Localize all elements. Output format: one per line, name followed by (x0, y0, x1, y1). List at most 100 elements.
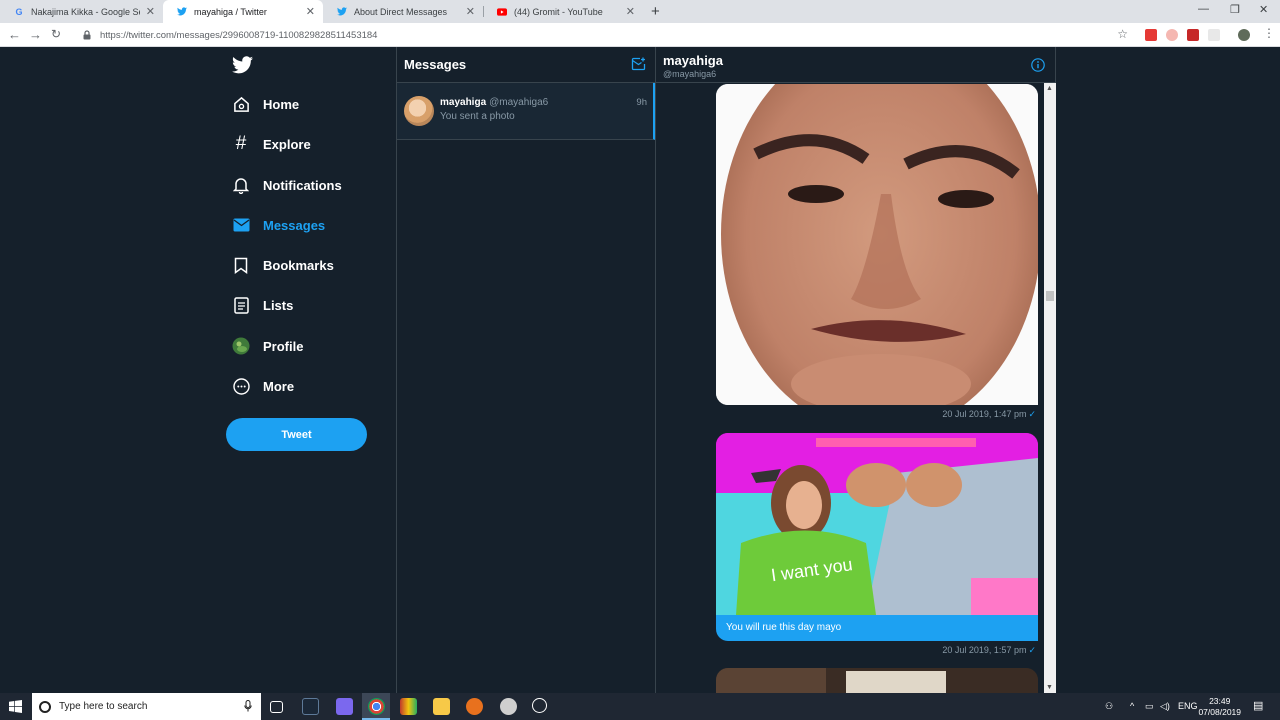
app-icon[interactable] (500, 698, 517, 715)
close-icon[interactable]: ✕ (306, 5, 315, 18)
network-icon[interactable]: ▭ (1145, 701, 1154, 712)
close-window-button[interactable]: ✕ (1259, 3, 1268, 16)
close-icon[interactable]: ✕ (626, 5, 635, 18)
scrollbar-thumb[interactable] (1046, 291, 1054, 301)
winrar-icon[interactable] (400, 698, 417, 715)
close-icon[interactable]: ✕ (146, 5, 155, 18)
sidebar-item-home[interactable]: Home (232, 92, 299, 116)
file-explorer-icon[interactable] (433, 698, 450, 715)
messages-title: Messages (404, 57, 467, 72)
reload-button[interactable]: ↻ (51, 27, 61, 41)
chrome-icon[interactable] (368, 698, 385, 715)
sidebar-item-profile[interactable]: Profile (232, 334, 303, 358)
conversation-handle: @mayahiga6 (489, 97, 549, 108)
message-bubble[interactable]: You will rue this day mayo (716, 615, 1038, 641)
people-icon[interactable]: ⚇ (1105, 701, 1113, 712)
url-bar[interactable]: https://twitter.com/messages/2996008719-… (74, 25, 1134, 45)
tab-twitter-messages[interactable]: mayahiga / Twitter ✕ (163, 0, 323, 23)
back-button[interactable]: ← (8, 27, 21, 42)
browser-menu-icon[interactable]: ⋮ (1263, 26, 1275, 40)
microphone-icon[interactable] (244, 700, 252, 715)
minimize-button[interactable]: — (1198, 3, 1209, 15)
tab-about-direct-messages[interactable]: About Direct Messages ✕ (323, 0, 483, 23)
tray-chevron-icon[interactable]: ^ (1130, 701, 1134, 711)
new-message-icon[interactable] (631, 57, 646, 76)
chat-scrollbar[interactable]: ▲ ▼ (1044, 83, 1056, 693)
shield-extension-icon[interactable] (1187, 29, 1199, 41)
info-icon[interactable] (1031, 58, 1045, 77)
browser-tab-bar: G Nakajima Kikka - Google Search ✕ mayah… (0, 0, 1280, 23)
chat-name: mayahiga (663, 53, 723, 68)
address-toolbar: ← → ↻ https://twitter.com/messages/29960… (0, 23, 1280, 47)
chat-handle: @mayahiga6 (663, 69, 717, 79)
extension-icon[interactable] (1145, 29, 1157, 41)
new-tab-button[interactable]: + (651, 3, 660, 20)
taskbar-search[interactable]: Type here to search (32, 693, 261, 720)
discord-icon[interactable] (336, 698, 353, 715)
volume-icon[interactable]: ◁) (1160, 701, 1170, 712)
avatar (404, 96, 434, 126)
sent-photo[interactable]: I want you (716, 433, 1038, 615)
hashtag-icon: # (235, 133, 247, 154)
scroll-down-arrow-icon[interactable]: ▼ (1046, 684, 1053, 691)
sidebar-item-notifications[interactable]: Notifications (232, 173, 342, 197)
bell-icon (232, 176, 250, 194)
chat-panel: mayahiga @mayahiga6 20 Jul 2019, 1:47 pm… (656, 47, 1056, 693)
task-view-icon[interactable] (270, 701, 283, 713)
obs-icon[interactable] (532, 698, 547, 713)
lock-icon (83, 30, 91, 40)
bookmark-star-icon[interactable]: ☆ (1117, 27, 1128, 41)
language-indicator[interactable]: ENG (1178, 701, 1198, 711)
message-timestamp: 20 Jul 2019, 1:47 pm (942, 409, 1027, 419)
messages-column: Messages mayahiga @mayahiga6 9h You sent … (396, 47, 656, 693)
app-icon[interactable] (466, 698, 483, 715)
browser-profile-avatar[interactable] (1238, 29, 1250, 41)
sidebar-item-bookmarks[interactable]: Bookmarks (232, 253, 334, 277)
profile-avatar (232, 337, 250, 355)
sent-photo[interactable] (716, 668, 1038, 693)
twitter-sidebar: Home # Explore Notifications Messages Bo… (0, 47, 397, 693)
youtube-icon (497, 7, 507, 17)
messages-header: Messages (397, 47, 655, 83)
action-center-icon[interactable]: ▤ (1253, 699, 1263, 712)
tweet-button[interactable]: Tweet (226, 418, 367, 451)
scroll-up-arrow-icon[interactable]: ▲ (1046, 85, 1053, 92)
more-icon (232, 377, 250, 395)
checkmark-icon: ✓ (1028, 409, 1036, 419)
message-timestamp: 20 Jul 2019, 1:57 pm (942, 645, 1027, 655)
tab-google-search[interactable]: G Nakajima Kikka - Google Search ✕ (0, 0, 163, 23)
conversation-name: mayahiga (440, 97, 487, 108)
forward-button[interactable]: → (29, 27, 42, 42)
conversation-item[interactable]: mayahiga @mayahiga6 9h You sent a photo (397, 83, 655, 140)
restaurant-photo (716, 668, 1038, 693)
twitter-icon (177, 7, 187, 17)
checkmark-icon: ✓ (1028, 645, 1036, 655)
extension-icon[interactable] (1208, 29, 1220, 41)
sidebar-item-explore[interactable]: # Explore (232, 132, 311, 156)
conversation-preview: You sent a photo (440, 111, 515, 122)
google-icon: G (15, 6, 23, 17)
cortana-icon (39, 700, 51, 713)
sidebar-item-more[interactable]: More (232, 374, 294, 398)
windows-start-icon[interactable] (9, 700, 22, 718)
conversation-time: 9h (636, 97, 647, 108)
restore-button[interactable]: ❐ (1230, 3, 1240, 16)
taskbar-search-placeholder: Type here to search (59, 701, 148, 712)
tab-youtube-gromit[interactable]: (44) Gromit - YouTube ✕ (483, 0, 643, 23)
extension-icon[interactable] (1166, 29, 1178, 41)
stream-photo: I want you (716, 433, 1038, 615)
chat-header: mayahiga @mayahiga6 (656, 47, 1055, 83)
list-icon (232, 296, 250, 314)
steam-icon[interactable] (302, 698, 319, 715)
sidebar-item-lists[interactable]: Lists (232, 293, 293, 317)
twitter-logo-icon[interactable] (232, 56, 253, 79)
twitter-icon (337, 7, 347, 17)
close-icon[interactable]: ✕ (466, 5, 475, 18)
taskbar-clock[interactable]: 23:49 07/08/2019 (1198, 696, 1241, 718)
windows-taskbar: Type here to search ⚇ ^ ▭ ◁) ENG 23:49 0… (0, 693, 1280, 720)
url-text: https://twitter.com/messages/2996008719-… (100, 29, 378, 41)
face-photo (716, 84, 1038, 405)
sent-photo[interactable] (716, 84, 1038, 405)
sidebar-item-messages[interactable]: Messages (232, 213, 325, 237)
home-icon (232, 95, 250, 113)
